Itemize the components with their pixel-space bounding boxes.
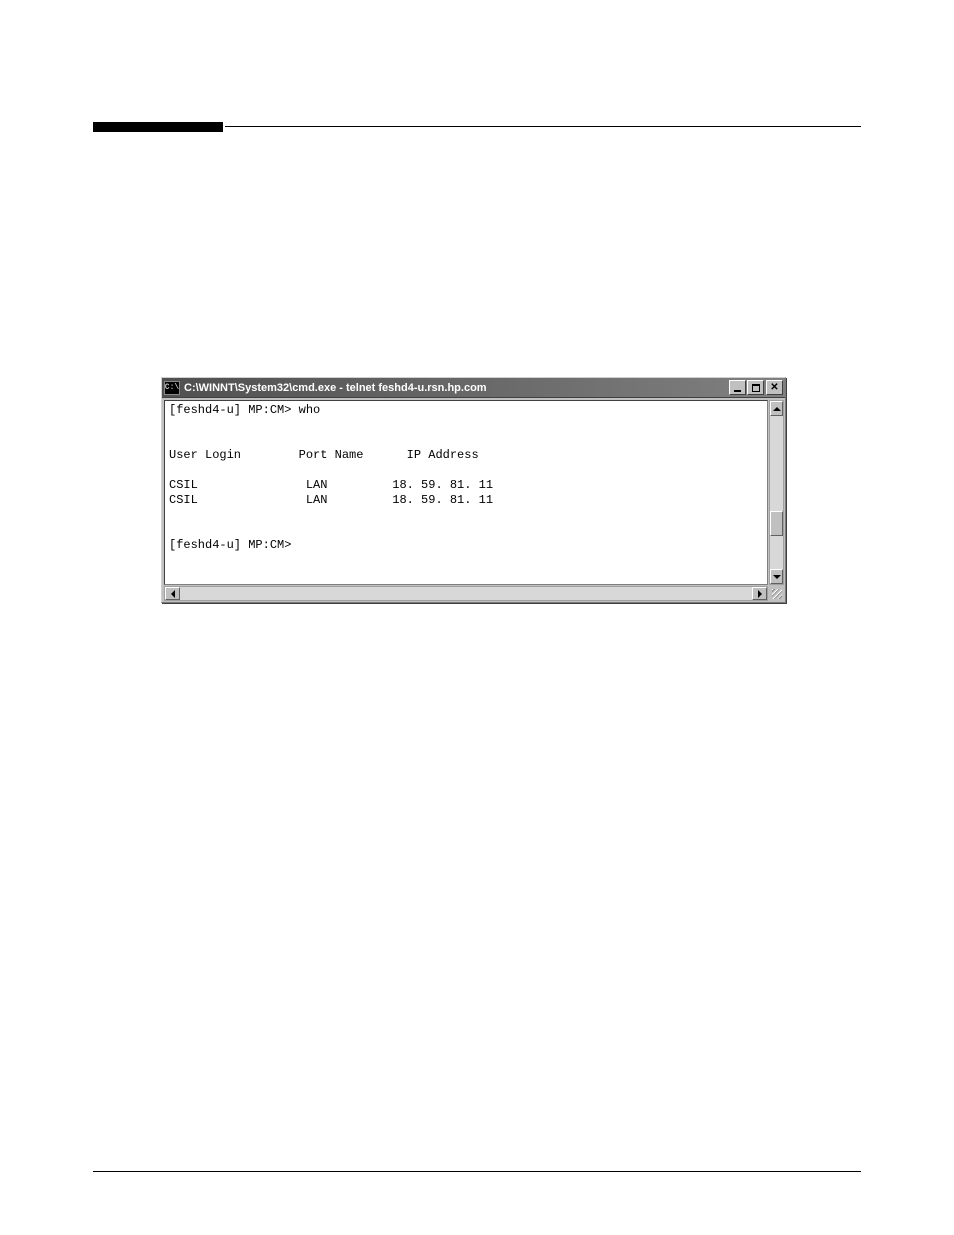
cmd-icon: C:\ <box>164 381 180 395</box>
header-rule-thick <box>93 122 223 132</box>
terminal-output[interactable]: [feshd4-u] MP:CM> who User Login Port Na… <box>164 400 768 585</box>
maximize-icon <box>752 384 760 392</box>
arrow-up-icon <box>773 407 781 411</box>
maximize-button[interactable] <box>747 380 764 395</box>
vertical-scrollbar[interactable] <box>769 400 784 585</box>
close-icon: ✕ <box>770 383 778 393</box>
terminal-line: CSIL LAN 18. 59. 81. 11 <box>169 493 493 507</box>
arrow-down-icon <box>773 575 781 579</box>
scroll-up-button[interactable] <box>770 401 783 416</box>
scroll-left-button[interactable] <box>165 587 180 600</box>
close-button[interactable]: ✕ <box>766 380 783 395</box>
resize-grip[interactable] <box>769 586 784 601</box>
header-rule-thin <box>225 126 861 127</box>
scroll-thumb-vertical[interactable] <box>770 511 783 536</box>
scroll-right-button[interactable] <box>752 587 767 600</box>
window-title: C:\WINNT\System32\cmd.exe - telnet feshd… <box>184 382 728 394</box>
minimize-icon <box>734 390 741 392</box>
minimize-button[interactable] <box>729 380 746 395</box>
titlebar[interactable]: C:\ C:\WINNT\System32\cmd.exe - telnet f… <box>162 378 785 398</box>
window-body: [feshd4-u] MP:CM> who User Login Port Na… <box>162 398 785 602</box>
terminal-line: [feshd4-u] MP:CM> <box>169 538 291 552</box>
terminal-line: [feshd4-u] MP:CM> who <box>169 403 320 417</box>
arrow-left-icon <box>171 590 175 598</box>
scroll-down-button[interactable] <box>770 569 783 584</box>
window-controls: ✕ <box>728 380 783 395</box>
arrow-right-icon <box>758 590 762 598</box>
terminal-line: CSIL LAN 18. 59. 81. 11 <box>169 478 493 492</box>
horizontal-scrollbar[interactable] <box>164 586 768 601</box>
footer-rule <box>93 1171 861 1172</box>
cmd-window: C:\ C:\WINNT\System32\cmd.exe - telnet f… <box>161 377 786 603</box>
terminal-line: User Login Port Name IP Address <box>169 448 479 462</box>
